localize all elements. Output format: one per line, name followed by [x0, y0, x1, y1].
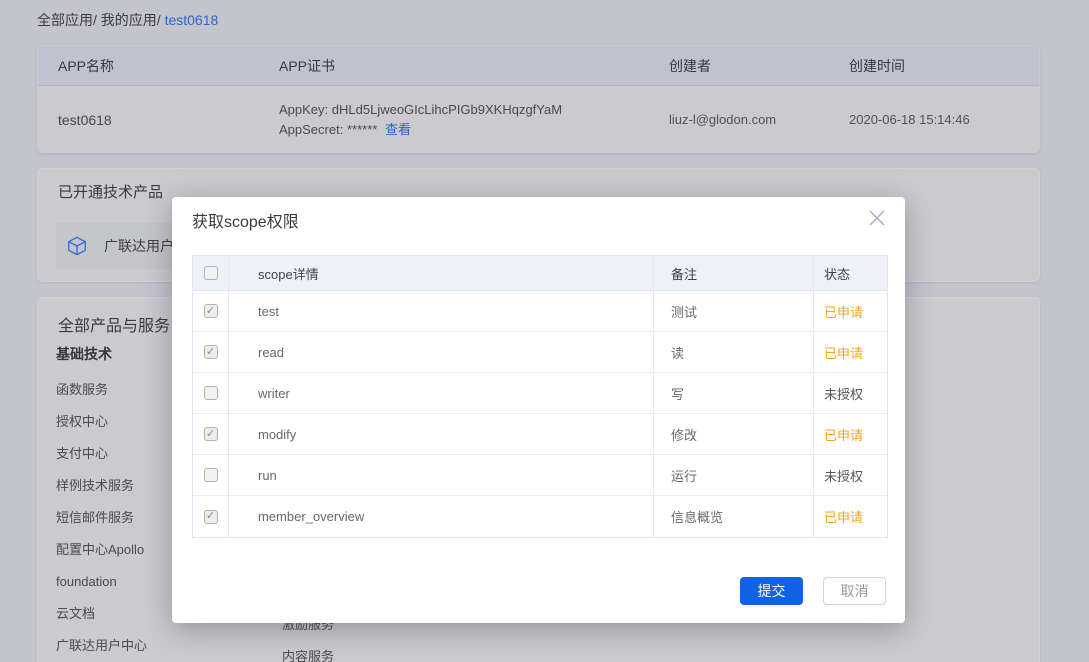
close-icon[interactable]	[867, 208, 887, 228]
app-table-header-created: 创建时间	[829, 56, 1039, 76]
scope-checkbox-cell	[193, 496, 229, 537]
scope-status: 已申请	[814, 291, 889, 331]
scope-table-row: test 测试 已申请	[193, 291, 887, 332]
cancel-button[interactable]: 取消	[823, 577, 886, 605]
service-item-label: 云文档	[56, 606, 95, 621]
sidebar-service-item[interactable]: foundation	[56, 566, 147, 598]
breadcrumb-all-apps[interactable]: 全部应用/	[37, 12, 97, 28]
category-basic-tech[interactable]: 基础技术	[56, 344, 112, 364]
scope-remark: 写	[654, 373, 814, 413]
sidebar-service-item[interactable]: 短信邮件服务	[56, 502, 147, 534]
scope-status: 已申请	[814, 414, 889, 454]
appkey-line: AppKey: dHLd5LjweoGIcLihcPIGb9XKHqzgfYaM	[279, 100, 649, 120]
view-secret-link[interactable]: 查看	[385, 122, 411, 137]
scope-remark: 运行	[654, 455, 814, 495]
scope-checkbox[interactable]	[204, 468, 218, 482]
select-all-cell	[193, 256, 229, 290]
scope-name: modify	[229, 414, 654, 454]
scope-table: scope详情 备注 状态 test 测试 已申请 read 读 已申请	[192, 255, 888, 538]
scope-status: 已申请	[814, 496, 889, 537]
created-time-value: 2020-06-18 15:14:46	[829, 112, 1039, 127]
scope-name: run	[229, 455, 654, 495]
scope-header-remark: 备注	[654, 256, 814, 290]
scope-name: member_overview	[229, 496, 654, 537]
scope-header-status: 状态	[814, 256, 889, 290]
breadcrumb-current-app[interactable]: test0618	[165, 12, 219, 28]
scope-remark: 测试	[654, 291, 814, 331]
modal-title: 获取scope权限	[192, 208, 299, 232]
sidebar-service-item[interactable]: 广联达用户中心	[56, 630, 147, 662]
app-table-row: test0618 AppKey: dHLd5LjweoGIcLihcPIGb9X…	[38, 86, 1039, 153]
scope-table-row: read 读 已申请	[193, 332, 887, 373]
scope-table-header-row: scope详情 备注 状态	[193, 256, 887, 291]
scope-checkbox-cell	[193, 455, 229, 495]
appkey-value: dHLd5LjweoGIcLihcPIGb9XKHqzgfYaM	[332, 102, 562, 117]
sidebar-service-item[interactable]: 配置中心Apollo	[56, 534, 147, 566]
sidebar-service-item[interactable]: 授权中心	[56, 406, 147, 438]
scope-permission-modal: 获取scope权限 scope详情 备注 状态 test 测试 已申请	[172, 197, 905, 623]
service-item-label: 样例技术服务	[56, 478, 134, 493]
scope-status: 未授权	[814, 455, 889, 495]
scope-checkbox[interactable]	[204, 345, 218, 359]
breadcrumb: 全部应用/ 我的应用/ test0618	[37, 10, 218, 30]
scope-name: writer	[229, 373, 654, 413]
sidebar-service-item[interactable]: 样例技术服务	[56, 470, 147, 502]
app-cert-cell: AppKey: dHLd5LjweoGIcLihcPIGb9XKHqzgfYaM…	[259, 100, 649, 140]
scope-status: 已申请	[814, 332, 889, 372]
sidebar-service-item[interactable]: 内容服务	[282, 646, 334, 662]
app-name-value: test0618	[38, 112, 259, 128]
service-item-label: foundation	[56, 574, 117, 589]
service-item-label: 配置中心Apollo	[56, 542, 144, 557]
appsecret-label: AppSecret:	[279, 122, 343, 137]
scope-checkbox-cell	[193, 414, 229, 454]
app-table-header-name: APP名称	[38, 56, 259, 76]
breadcrumb-my-apps[interactable]: 我的应用/	[101, 12, 161, 28]
submit-button[interactable]: 提交	[740, 577, 803, 605]
scope-checkbox-cell	[193, 332, 229, 372]
scope-checkbox[interactable]	[204, 510, 218, 524]
scope-checkbox[interactable]	[204, 427, 218, 441]
scope-name: read	[229, 332, 654, 372]
cube-icon	[66, 235, 88, 257]
service-item-label: 授权中心	[56, 414, 108, 429]
sidebar-service-item[interactable]: 支付中心	[56, 438, 147, 470]
app-table-header-row: APP名称 APP证书 创建者 创建时间	[38, 46, 1039, 86]
scope-checkbox[interactable]	[204, 304, 218, 318]
opened-products-title: 已开通技术产品	[58, 181, 163, 202]
app-info-table: APP名称 APP证书 创建者 创建时间 test0618 AppKey: dH…	[37, 45, 1040, 153]
scope-remark: 修改	[654, 414, 814, 454]
scope-remark: 读	[654, 332, 814, 372]
scope-checkbox-cell	[193, 291, 229, 331]
scope-table-row: writer 写 未授权	[193, 373, 887, 414]
appkey-label: AppKey:	[279, 102, 328, 117]
sidebar-service-item[interactable]: 云文档	[56, 598, 147, 630]
scope-checkbox-cell	[193, 373, 229, 413]
service-item-label: 广联达用户中心	[56, 638, 147, 653]
service-item-label: 函数服务	[56, 382, 108, 397]
scope-name: test	[229, 291, 654, 331]
creator-value: liuz-l@glodon.com	[649, 112, 829, 127]
scope-table-row: modify 修改 已申请	[193, 414, 887, 455]
select-all-checkbox[interactable]	[204, 266, 218, 280]
products-services-title: 全部产品与服务	[58, 312, 170, 336]
scope-checkbox[interactable]	[204, 386, 218, 400]
scope-remark: 信息概览	[654, 496, 814, 537]
opened-product-label: 广联达用户	[104, 236, 174, 256]
scope-status: 未授权	[814, 373, 889, 413]
app-table-header-creator: 创建者	[649, 56, 829, 76]
scope-table-row: member_overview 信息概览 已申请	[193, 496, 887, 537]
scope-header-detail: scope详情	[229, 256, 654, 290]
service-item-label: 支付中心	[56, 446, 108, 461]
scope-table-row: run 运行 未授权	[193, 455, 887, 496]
sidebar-service-item[interactable]: 函数服务	[56, 374, 147, 406]
service-list: 函数服务 授权中心 支付中心 样例技术服务 短信邮件服务 配置中心Apollo …	[56, 374, 147, 662]
appsecret-line: AppSecret: ****** 查看	[279, 120, 649, 140]
app-table-header-cert: APP证书	[259, 56, 649, 76]
service-item-label: 短信邮件服务	[56, 510, 134, 525]
appsecret-mask: ******	[347, 122, 377, 137]
